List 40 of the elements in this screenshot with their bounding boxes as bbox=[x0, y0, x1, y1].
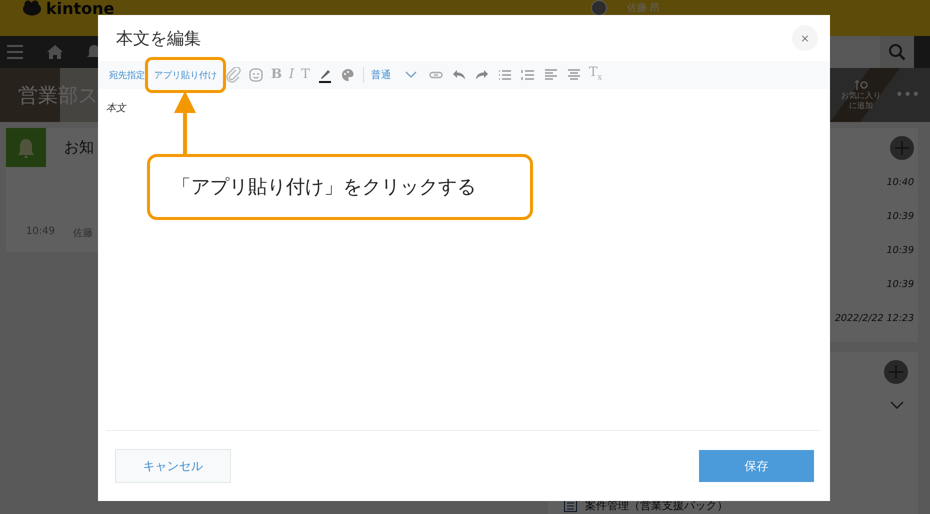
plus-icon[interactable] bbox=[890, 136, 914, 160]
menu-icon[interactable] bbox=[6, 44, 24, 60]
timestamp: 10:39 bbox=[886, 244, 914, 258]
dialog-title: 本文を編集 bbox=[116, 28, 201, 50]
palette-icon[interactable] bbox=[340, 67, 356, 83]
avatar[interactable] bbox=[590, 0, 607, 16]
format-button[interactable]: T bbox=[301, 67, 310, 83]
pin-icon bbox=[854, 79, 868, 91]
format-button[interactable]: T$_{x}$ bbox=[588, 64, 602, 86]
timestamp: 10:39 bbox=[886, 210, 914, 224]
timestamp: 10:40 bbox=[886, 176, 914, 190]
bell-icon bbox=[17, 138, 35, 158]
chevron-icon bbox=[404, 71, 417, 79]
app-icon bbox=[564, 499, 577, 512]
format-button[interactable]: I bbox=[289, 67, 294, 83]
favorite-label: に追加 bbox=[849, 101, 874, 111]
search-icon bbox=[888, 43, 906, 61]
home-icon[interactable] bbox=[46, 44, 64, 60]
notice-title[interactable]: お知 bbox=[64, 138, 94, 157]
search-button[interactable] bbox=[880, 36, 914, 68]
app-paste-button[interactable]: アプリ貼り付け bbox=[153, 66, 218, 84]
highlighter-icon[interactable] bbox=[316, 67, 333, 83]
smiley-icon[interactable] bbox=[248, 67, 264, 83]
cancel-button[interactable]: キャンセル bbox=[115, 449, 231, 483]
editor-text: 本文 bbox=[106, 102, 126, 115]
chevron-icon[interactable] bbox=[890, 401, 904, 409]
paperclip-icon[interactable] bbox=[225, 67, 241, 83]
style-dropdown[interactable]: 普通 bbox=[370, 68, 417, 82]
save-button[interactable]: 保存 bbox=[699, 450, 814, 482]
more-button[interactable]: ••• bbox=[895, 87, 920, 103]
timestamp: 2022/2/22 12:23 bbox=[834, 312, 914, 326]
plus-icon[interactable] bbox=[884, 360, 908, 384]
logo-text: kintone bbox=[46, 0, 114, 16]
close-button[interactable]: × bbox=[792, 25, 818, 51]
callout-text: 「アプリ貼り付け」をクリックする bbox=[147, 154, 533, 220]
timestamp: 10:39 bbox=[886, 278, 914, 292]
logo-icon bbox=[22, 0, 42, 16]
format-button[interactable]: B bbox=[271, 67, 282, 83]
mention-button[interactable]: 宛先指定 bbox=[108, 66, 146, 84]
numbered-list-icon[interactable] bbox=[520, 67, 536, 83]
